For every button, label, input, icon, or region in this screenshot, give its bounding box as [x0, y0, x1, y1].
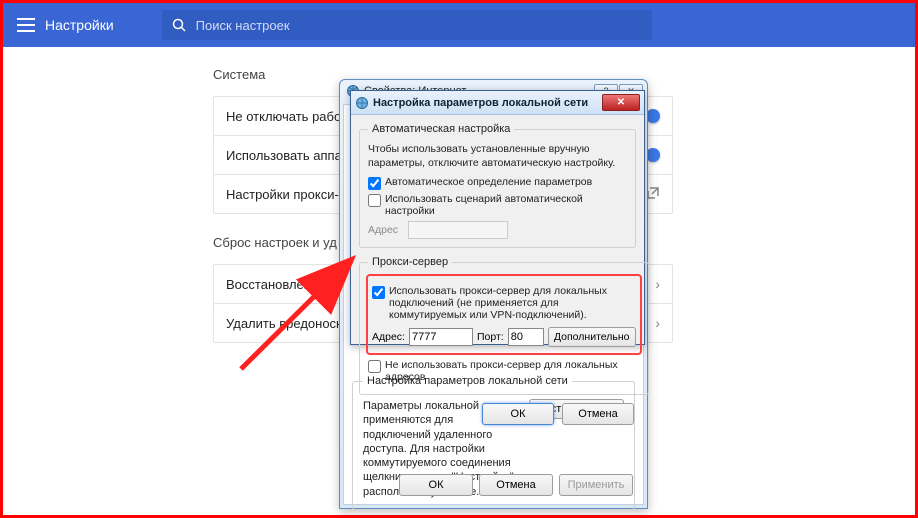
search-icon: [172, 18, 186, 32]
setting-label: Не отключать рабо: [226, 109, 341, 124]
ok-button[interactable]: ОК: [482, 403, 554, 425]
search-input[interactable]: [196, 18, 642, 33]
proxy-server-group: Прокси-сервер Использовать прокси-сервер…: [359, 256, 649, 395]
ok-button[interactable]: ОК: [399, 474, 473, 496]
cancel-button[interactable]: Отмена: [479, 474, 553, 496]
checkbox-input[interactable]: [368, 360, 381, 373]
search-box[interactable]: [162, 10, 652, 40]
proxy-port-input[interactable]: [508, 328, 544, 346]
app-header: Настройки: [3, 3, 915, 47]
checkbox-input[interactable]: [372, 286, 385, 299]
auto-config-text: Чтобы использовать установленные вручную…: [368, 143, 627, 170]
dialog-titlebar[interactable]: Настройка параметров локальной сети ✕: [351, 91, 644, 115]
advanced-button[interactable]: Дополнительно: [548, 327, 636, 347]
menu-icon[interactable]: [17, 18, 35, 32]
group-legend: Прокси-сервер: [368, 256, 452, 268]
bypass-local-checkbox[interactable]: Не использовать прокси-сервер для локаль…: [368, 359, 640, 383]
checkbox-input[interactable]: [368, 177, 381, 190]
cancel-button[interactable]: Отмена: [562, 403, 634, 425]
use-script-checkbox[interactable]: Использовать сценарий автоматической нас…: [368, 193, 627, 217]
close-icon[interactable]: ✕: [602, 94, 640, 111]
use-proxy-checkbox[interactable]: Использовать прокси-сервер для локальных…: [372, 285, 636, 321]
checkbox-input[interactable]: [368, 194, 381, 207]
apply-button[interactable]: Применить: [559, 474, 633, 496]
proxy-port-label: Порт:: [477, 331, 504, 343]
setting-label: Настройки прокси-о: [226, 187, 346, 202]
chevron-right-icon: ›: [655, 276, 660, 292]
chevron-right-icon: ›: [655, 315, 660, 331]
setting-label: Использовать аппа: [226, 148, 342, 163]
auto-detect-checkbox[interactable]: Автоматическое определение параметров: [368, 176, 627, 190]
setting-label: Удалить вредоносн: [226, 316, 343, 331]
dialog-title: Настройка параметров локальной сети: [373, 97, 588, 109]
address-label: Адрес: [368, 224, 408, 236]
auto-config-group: Автоматическая настройка Чтобы использов…: [359, 123, 636, 248]
globe-icon: [355, 96, 369, 110]
setting-label: Восстановление на: [226, 277, 343, 292]
proxy-address-label: Адрес:: [372, 331, 405, 343]
lan-settings-dialog: Настройка параметров локальной сети ✕ Ав…: [350, 90, 645, 345]
highlighted-proxy-box: Использовать прокси-сервер для локальных…: [366, 274, 642, 355]
page-title: Настройки: [45, 17, 114, 33]
group-legend: Автоматическая настройка: [368, 123, 514, 135]
script-address-input: [408, 221, 508, 239]
external-link-icon: [646, 186, 660, 203]
proxy-address-input[interactable]: [409, 328, 473, 346]
